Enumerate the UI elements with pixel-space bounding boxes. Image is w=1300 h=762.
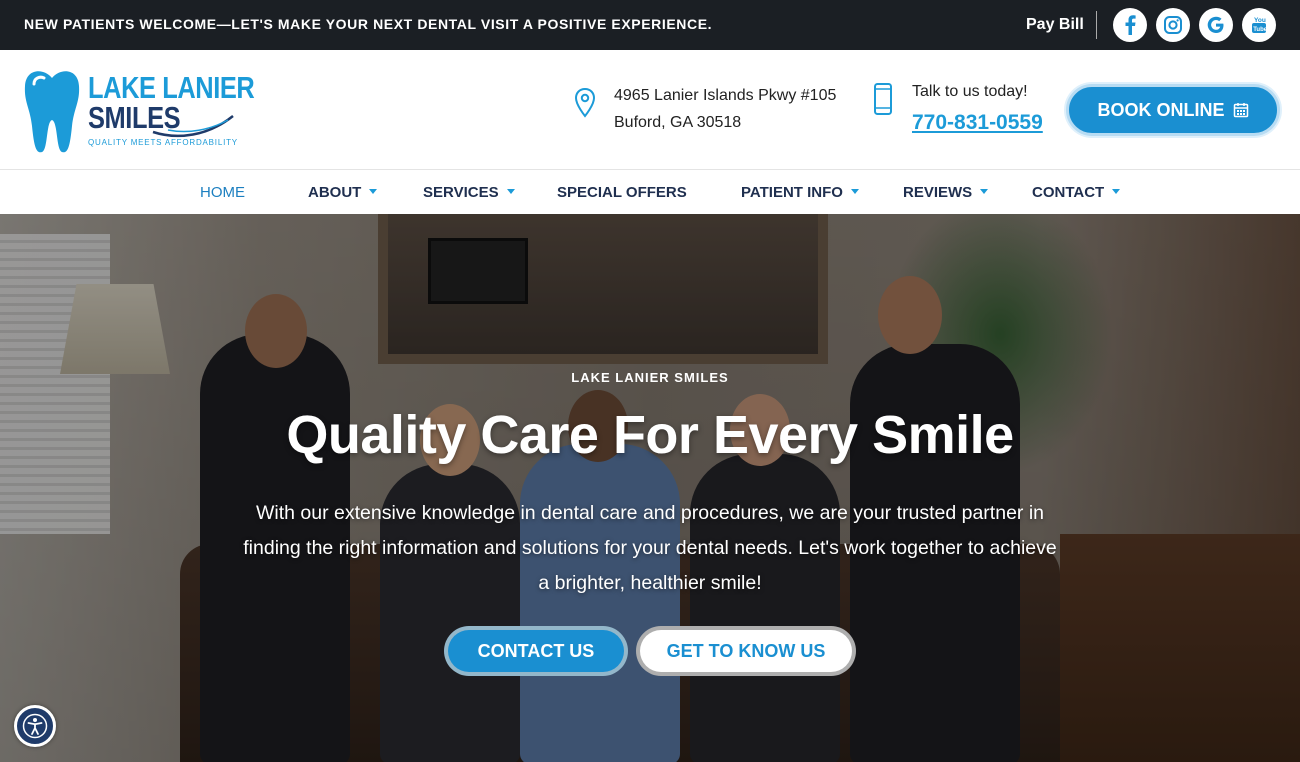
hero-overlay <box>0 214 1300 762</box>
address-line1: 4965 Lanier Islands Pkwy #105 <box>614 87 837 104</box>
book-online-label: BOOK ONLINE <box>1097 99 1225 120</box>
location-pin-icon <box>574 87 596 118</box>
logo[interactable]: LAKE LANIER SMILES QUALITY MEETS AFFORDA… <box>22 64 255 154</box>
nav-reviews-label: REVIEWS <box>903 184 973 201</box>
hero-subtext: With our extensive knowledge in dental c… <box>243 502 1057 594</box>
talk-to-us-label: Talk to us today! <box>912 83 1028 100</box>
phone-link[interactable]: 770-831-0559 <box>912 111 1043 135</box>
nav-contact[interactable]: CONTACT <box>1032 184 1121 201</box>
svg-text:You: You <box>1254 17 1266 24</box>
nav-special-offers-label: SPECIAL OFFERS <box>557 184 687 201</box>
accessibility-icon[interactable] <box>14 705 56 747</box>
nav-contact-label: CONTACT <box>1032 184 1105 201</box>
address-line2: Buford, GA 30518 <box>614 114 742 131</box>
nav-patient-info[interactable]: PATIENT INFO <box>741 184 859 201</box>
nav-about-label: ABOUT <box>308 184 362 201</box>
nav-home[interactable]: HOME <box>200 184 245 201</box>
chevron-down-icon <box>980 188 989 194</box>
nav-services-label: SERVICES <box>423 184 499 201</box>
nav-special-offers[interactable]: SPECIAL OFFERS <box>557 184 687 201</box>
hero-section: LAKE LANIER SMILES Quality Care For Ever… <box>0 214 1300 762</box>
nav-patient-info-label: PATIENT INFO <box>741 184 843 201</box>
book-online-button[interactable]: BOOK ONLINE <box>1066 84 1280 136</box>
nav-services[interactable]: SERVICES <box>423 184 515 201</box>
facebook-icon[interactable] <box>1113 8 1147 42</box>
google-icon[interactable] <box>1199 8 1233 42</box>
nav-about[interactable]: ABOUT <box>308 184 378 201</box>
mobile-phone-icon <box>874 83 892 115</box>
svg-text:Tube: Tube <box>1253 27 1268 33</box>
logo-tagline: QUALITY MEETS AFFORDABILITY <box>88 138 238 147</box>
hero-kicker: LAKE LANIER SMILES <box>571 370 729 385</box>
site-header: LAKE LANIER SMILES QUALITY MEETS AFFORDA… <box>0 50 1300 170</box>
calendar-icon <box>1233 103 1248 118</box>
hero-headline: Quality Care For Every Smile <box>286 405 1014 465</box>
contact-us-button[interactable]: CONTACT US <box>444 626 628 676</box>
main-nav: HOME ABOUT SERVICES SPECIAL OFFERS PATIE… <box>0 170 1300 214</box>
youtube-icon[interactable]: Tube You <box>1242 8 1276 42</box>
announcement-bar: NEW PATIENTS WELCOME—LET'S MAKE YOUR NEX… <box>0 0 1300 50</box>
topbar-divider <box>1096 11 1097 39</box>
instagram-icon[interactable] <box>1156 8 1190 42</box>
chevron-down-icon <box>850 188 859 194</box>
nav-home-label: HOME <box>200 184 245 201</box>
chevron-down-icon <box>1112 188 1121 194</box>
get-to-know-us-button[interactable]: GET TO KNOW US <box>636 626 856 676</box>
nav-reviews[interactable]: REVIEWS <box>903 184 989 201</box>
chevron-down-icon <box>369 188 378 194</box>
tooth-icon <box>24 71 80 153</box>
announcement-text: NEW PATIENTS WELCOME—LET'S MAKE YOUR NEX… <box>24 16 713 32</box>
smile-swoosh-icon <box>152 115 234 138</box>
pay-bill-link[interactable]: Pay Bill <box>1026 16 1084 34</box>
chevron-down-icon <box>506 188 515 194</box>
